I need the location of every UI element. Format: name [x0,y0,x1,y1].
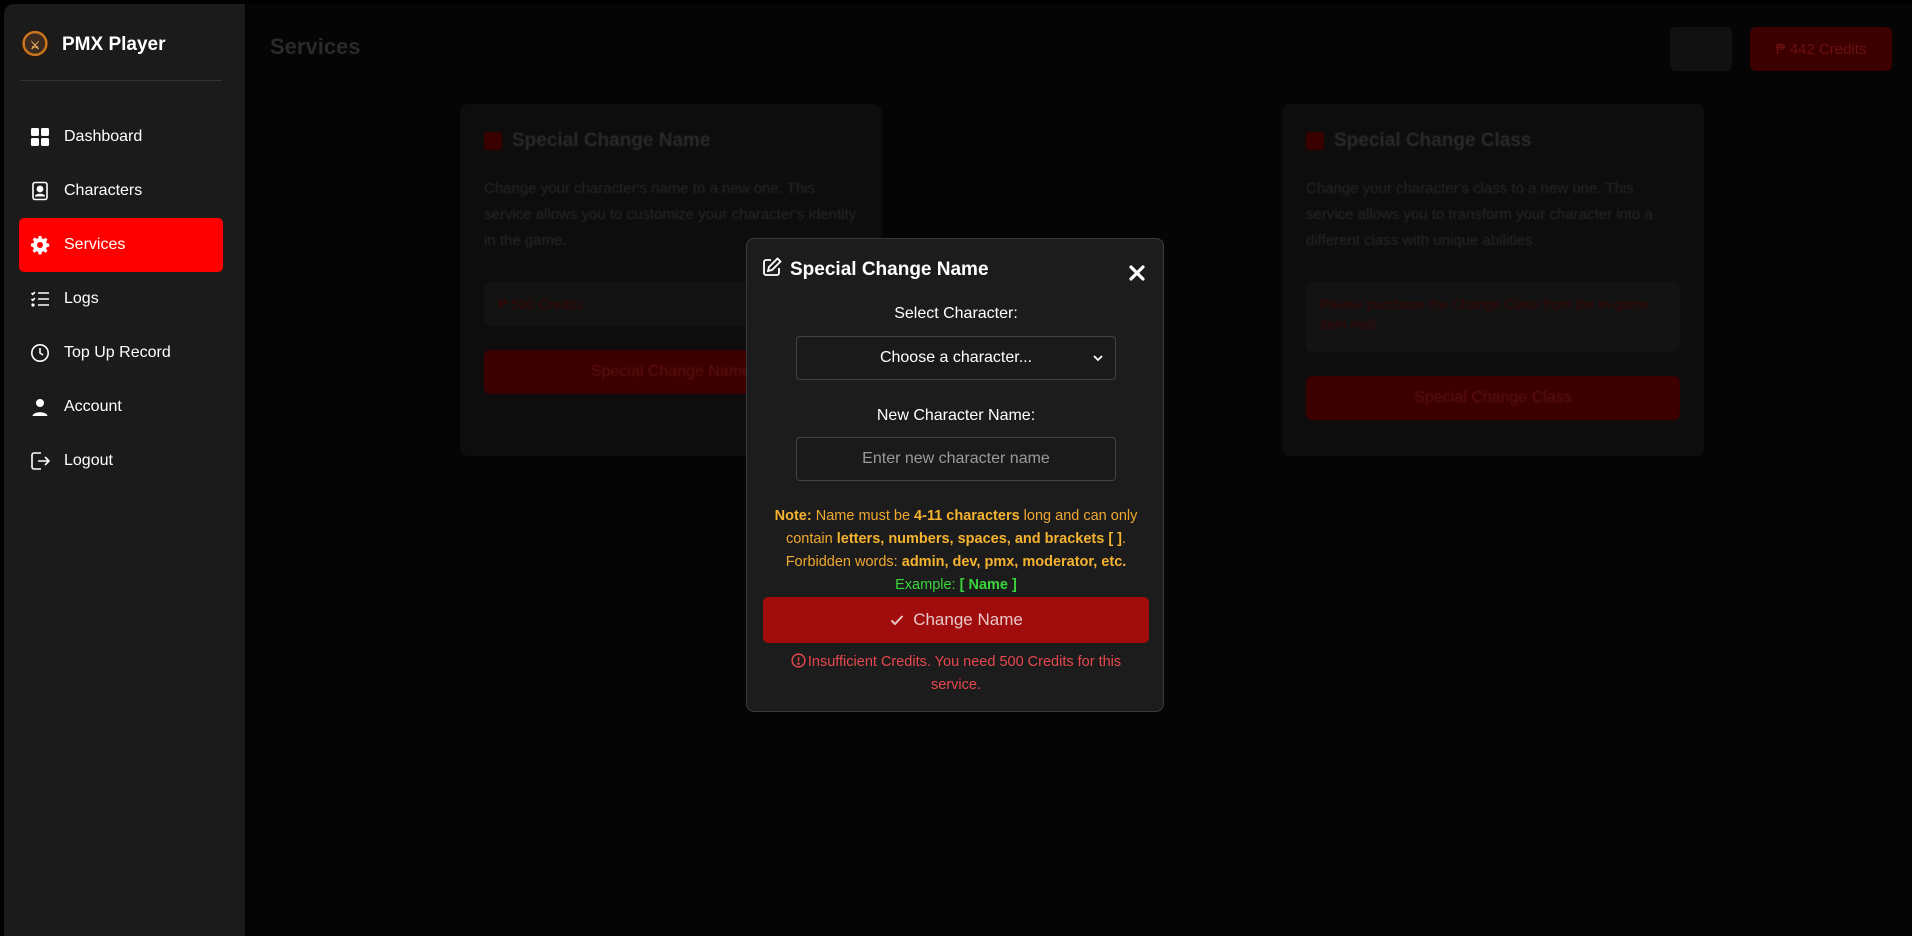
brand[interactable]: ⚔ PMX Player [20,27,166,63]
sidebar-item-label: Services [64,236,126,253]
edit-icon [762,257,782,282]
modal-title: Special Change Name [790,258,989,280]
sidebar-item-label: Dashboard [64,128,143,145]
sidebar-item-logout[interactable]: Logout [19,434,223,488]
change-name-modal: Special Change Name Select Character: Ch… [746,238,1164,712]
brand-title: PMX Player [62,34,166,55]
user-icon [29,396,51,418]
name-rules-note: Note: Name must be 4-11 characters long … [774,508,1138,593]
list-icon [29,288,51,310]
name-example: Example: [ Name ] [895,577,1017,593]
alert-circle-icon [791,653,806,668]
change-name-button[interactable]: Change Name [763,597,1149,643]
new-name-input[interactable] [796,437,1116,481]
character-select[interactable]: Choose a character... [796,336,1116,380]
sidebar-item-label: Characters [64,182,143,199]
select-value: Choose a character... [879,349,1033,366]
new-name-label: New Character Name: [876,407,1036,424]
sidebar-item-account[interactable]: Account [19,380,223,434]
sidebar-item-services[interactable]: Services [19,218,223,272]
chevron-down-icon [1093,355,1103,362]
sidebar-item-label: Logout [64,452,113,469]
character-card-icon [29,180,51,202]
card-notice: Please purchase the Change Class from th… [1306,282,1680,352]
edit-icon [484,132,502,150]
close-button[interactable] [1127,263,1147,283]
card-title: Special Change Name [484,130,858,152]
sidebar-item-top-up-record[interactable]: Top Up Record [19,326,223,380]
modal-header: Special Change Name [762,257,989,282]
sidebar-item-dashboard[interactable]: Dashboard [19,110,223,164]
credits-button[interactable]: ₱ 442 Credits [1750,27,1892,71]
clock-icon [29,342,51,364]
page-title: Services [270,34,361,59]
service-card-change-class: Special Change Class Change your charact… [1282,104,1704,456]
header-icon-button[interactable] [1670,27,1732,71]
special-change-class-button[interactable]: Special Change Class [1306,376,1680,420]
select-character-label: Select Character: [894,305,1018,322]
sidebar-item-characters[interactable]: Characters [19,164,223,218]
check-icon [890,615,904,626]
class-icon [1306,132,1324,150]
sidebar-item-label: Top Up Record [64,344,171,361]
dashboard-icon [29,126,51,148]
card-title: Special Change Class [1306,130,1680,152]
sidebar-item-label: Account [64,398,122,415]
sidebar: ⚔ PMX Player Dashboard Characters Servic… [4,4,245,936]
sidebar-item-logs[interactable]: Logs [19,272,223,326]
gear-icon [29,234,51,256]
brand-logo: ⚔ [20,30,50,60]
sidebar-divider [20,80,222,81]
logout-icon [29,450,51,472]
sidebar-item-label: Logs [64,290,99,307]
insufficient-credits-error: Insufficient Credits. You need 500 Credi… [777,651,1135,697]
card-description: Change your character's class to a new o… [1306,180,1653,249]
sidebar-nav: Dashboard Characters Services Logs Top U… [19,110,223,488]
